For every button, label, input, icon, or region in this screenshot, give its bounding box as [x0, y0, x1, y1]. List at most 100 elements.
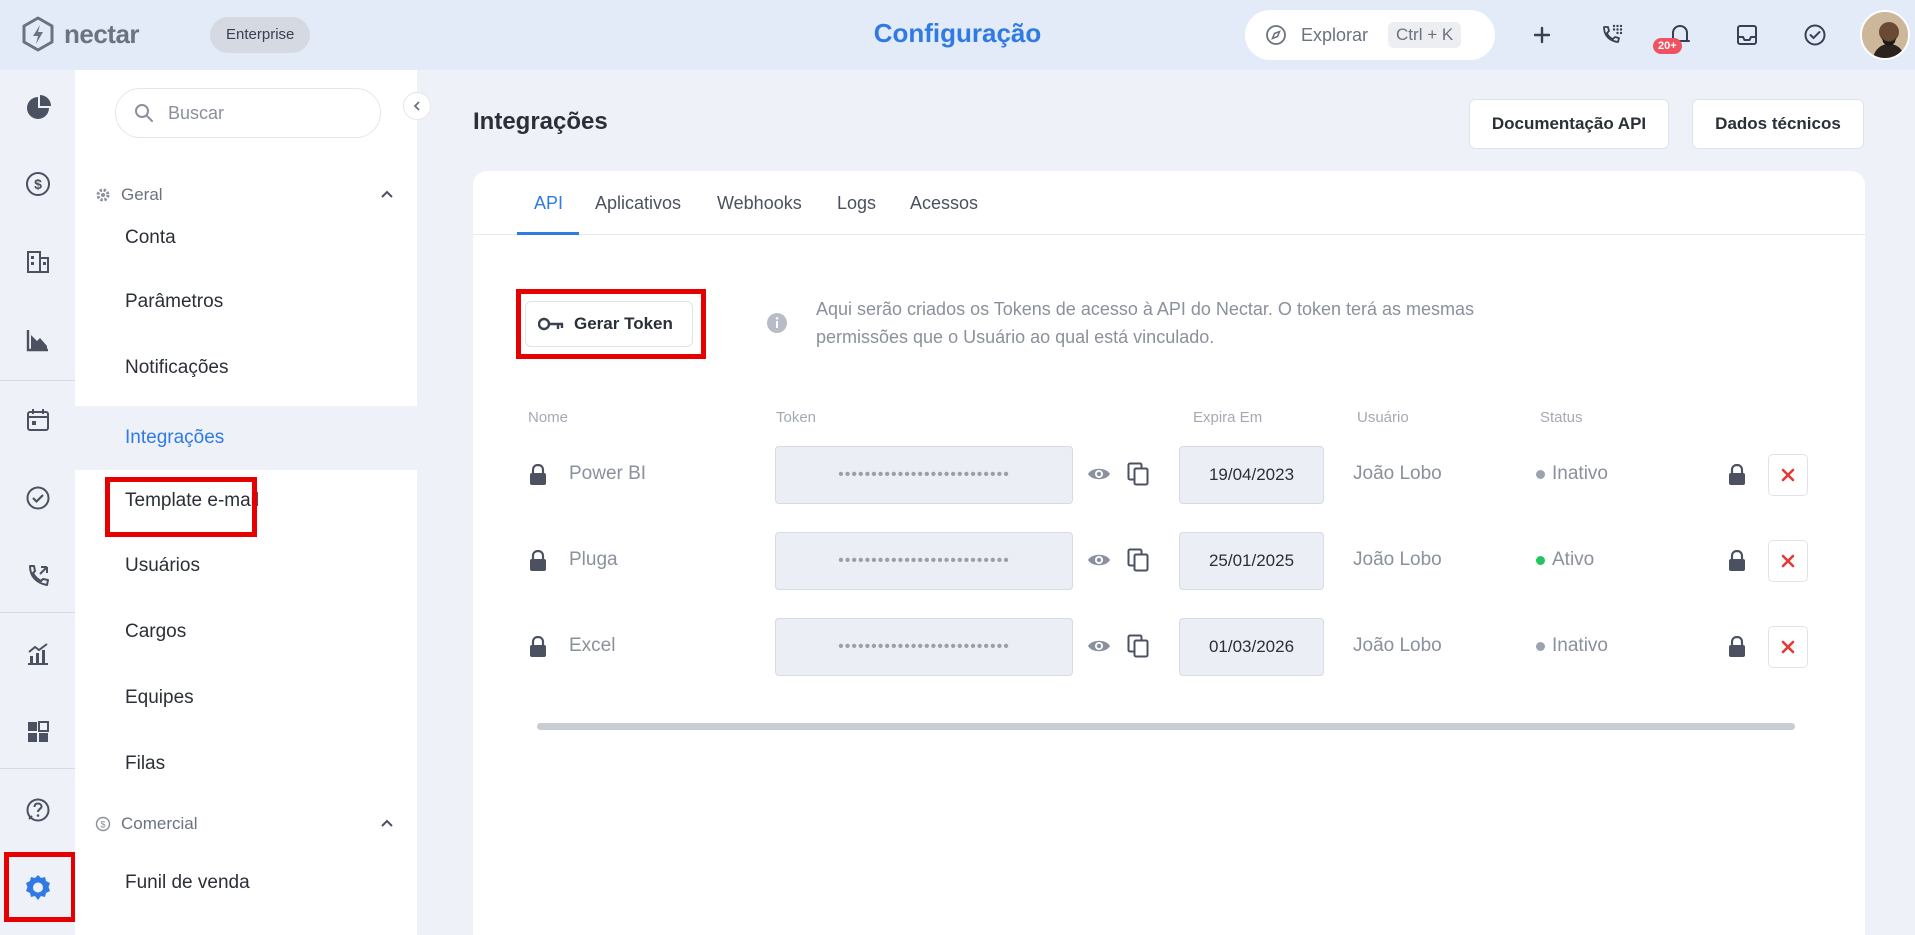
search-input[interactable] [168, 102, 348, 124]
widgets-icon[interactable] [22, 716, 54, 748]
group-label: Geral [121, 185, 163, 204]
logo[interactable]: nectar [20, 16, 140, 52]
expiration-date[interactable]: 01/03/2026 [1179, 618, 1324, 676]
eye-icon[interactable] [1087, 550, 1111, 570]
settings-highlight-box [4, 852, 76, 922]
search-icon [135, 104, 153, 122]
help-icon[interactable] [22, 794, 54, 826]
sidebar-item-equipes[interactable]: Equipes [75, 671, 417, 725]
chart-up-icon[interactable] [22, 638, 54, 670]
table-row: Power BI •••••••••••••••••••••••••• 19/0… [473, 446, 1865, 504]
close-icon [1781, 640, 1795, 654]
tab-webhooks[interactable]: Webhooks [717, 193, 802, 232]
table-row: Pluga •••••••••••••••••••••••••• 25/01/2… [473, 532, 1865, 590]
lock-icon[interactable] [1728, 550, 1746, 572]
token-user: João Lobo [1353, 549, 1442, 570]
status-dot [1536, 555, 1545, 565]
collapse-sidebar-button[interactable] [403, 92, 431, 120]
inbox-icon[interactable] [1732, 20, 1762, 50]
copy-icon[interactable] [1127, 634, 1149, 658]
integrations-card: API Aplicativos Webhooks Logs Acessos Ge… [473, 171, 1865, 935]
sidebar-item-parametros[interactable]: Parâmetros [75, 275, 417, 329]
token-user: João Lobo [1353, 463, 1442, 484]
sidebar-item-cargos[interactable]: Cargos [75, 605, 417, 659]
eye-icon[interactable] [1087, 464, 1111, 484]
nectar-logo-icon [22, 16, 54, 52]
sidebar-item-conta[interactable]: Conta [75, 211, 417, 265]
lock-icon [530, 464, 546, 485]
notifications-badge: 20+ [1653, 38, 1682, 54]
expiration-date[interactable]: 19/04/2023 [1179, 446, 1324, 504]
copy-icon[interactable] [1127, 462, 1149, 486]
status-badge: Inativo [1536, 635, 1608, 657]
group-geral[interactable]: Geral [95, 180, 395, 210]
add-icon[interactable] [1527, 20, 1557, 50]
lock-icon[interactable] [1728, 636, 1746, 658]
chevron-up-icon[interactable] [379, 186, 395, 202]
gear-icon [96, 188, 110, 202]
column-header-user: Usuário [1357, 409, 1409, 426]
tab-logs[interactable]: Logs [837, 193, 876, 232]
dialpad-phone-icon[interactable] [1596, 20, 1626, 50]
dollar-icon: $ [95, 816, 111, 832]
sidebar-search[interactable] [115, 88, 381, 138]
close-icon [1781, 554, 1795, 568]
chevron-up-icon[interactable] [379, 815, 395, 831]
rail-divider [0, 768, 75, 769]
tab-aplicativos[interactable]: Aplicativos [595, 193, 681, 232]
sidebar-item-filas[interactable]: Filas [75, 737, 417, 791]
rail-divider [0, 380, 75, 381]
status-dot [1536, 641, 1545, 651]
building-icon[interactable] [22, 246, 54, 278]
page-title: Integrações [473, 108, 608, 135]
tab-acessos[interactable]: Acessos [910, 193, 978, 232]
status-label: Inativo [1552, 635, 1608, 656]
status-badge: Ativo [1536, 549, 1594, 571]
sidebar-item-usuarios[interactable]: Usuários [75, 539, 417, 593]
token-name: Excel [569, 635, 616, 656]
calendar-icon[interactable] [22, 404, 54, 436]
sidebar-item-notificacoes[interactable]: Notificações [75, 341, 417, 395]
horizontal-scrollbar[interactable] [537, 723, 1795, 730]
eye-icon[interactable] [1087, 636, 1111, 656]
token-field[interactable]: •••••••••••••••••••••••••• [775, 532, 1073, 590]
token-field[interactable]: •••••••••••••••••••••••••• [775, 446, 1073, 504]
sidebar-item-integracoes[interactable]: Integrações [75, 406, 417, 470]
sidebar-item-funil-de-venda[interactable]: Funil de venda [75, 856, 417, 910]
generate-token-highlight-box: Gerar Token [516, 289, 706, 359]
active-tab-indicator [517, 232, 579, 235]
explore-label: Explorar [1301, 24, 1369, 45]
lock-icon[interactable] [1728, 464, 1746, 486]
delete-button[interactable] [1768, 626, 1808, 668]
delete-button[interactable] [1768, 540, 1808, 582]
api-docs-button[interactable]: Documentação API [1469, 99, 1669, 149]
info-text: Aqui serão criados os Tokens de acesso à… [816, 299, 1475, 347]
column-header-status: Status [1540, 409, 1583, 426]
token-field[interactable]: •••••••••••••••••••••••••• [775, 618, 1073, 676]
svg-text:$: $ [34, 176, 42, 192]
delete-button[interactable] [1768, 454, 1808, 496]
explore-button[interactable]: Explorar Ctrl + K [1245, 10, 1495, 60]
check-circle-icon[interactable] [22, 482, 54, 514]
logo-text: nectar [64, 18, 140, 49]
close-icon [1781, 468, 1795, 482]
lock-icon [530, 550, 546, 571]
dashboard-icon[interactable] [22, 92, 54, 124]
generate-token-button[interactable]: Gerar Token [525, 301, 693, 347]
technical-data-button[interactable]: Dados técnicos [1692, 99, 1864, 149]
generate-token-label: Gerar Token [574, 314, 673, 333]
dollar-icon[interactable]: $ [22, 168, 54, 200]
user-avatar[interactable] [1860, 10, 1910, 60]
table-row: Excel •••••••••••••••••••••••••• 01/03/2… [473, 618, 1865, 676]
status-dot [1536, 469, 1545, 479]
tab-api[interactable]: API [534, 193, 563, 232]
copy-icon[interactable] [1127, 548, 1149, 572]
token-user: João Lobo [1353, 635, 1442, 656]
plan-badge: Enterprise [210, 17, 311, 53]
task-check-icon[interactable] [1800, 20, 1830, 50]
group-comercial[interactable]: $ Comercial [95, 809, 395, 839]
phone-icon[interactable] [22, 560, 54, 592]
chart-down-icon[interactable] [22, 324, 54, 356]
expiration-date[interactable]: 25/01/2025 [1179, 532, 1324, 590]
key-icon [538, 317, 564, 331]
